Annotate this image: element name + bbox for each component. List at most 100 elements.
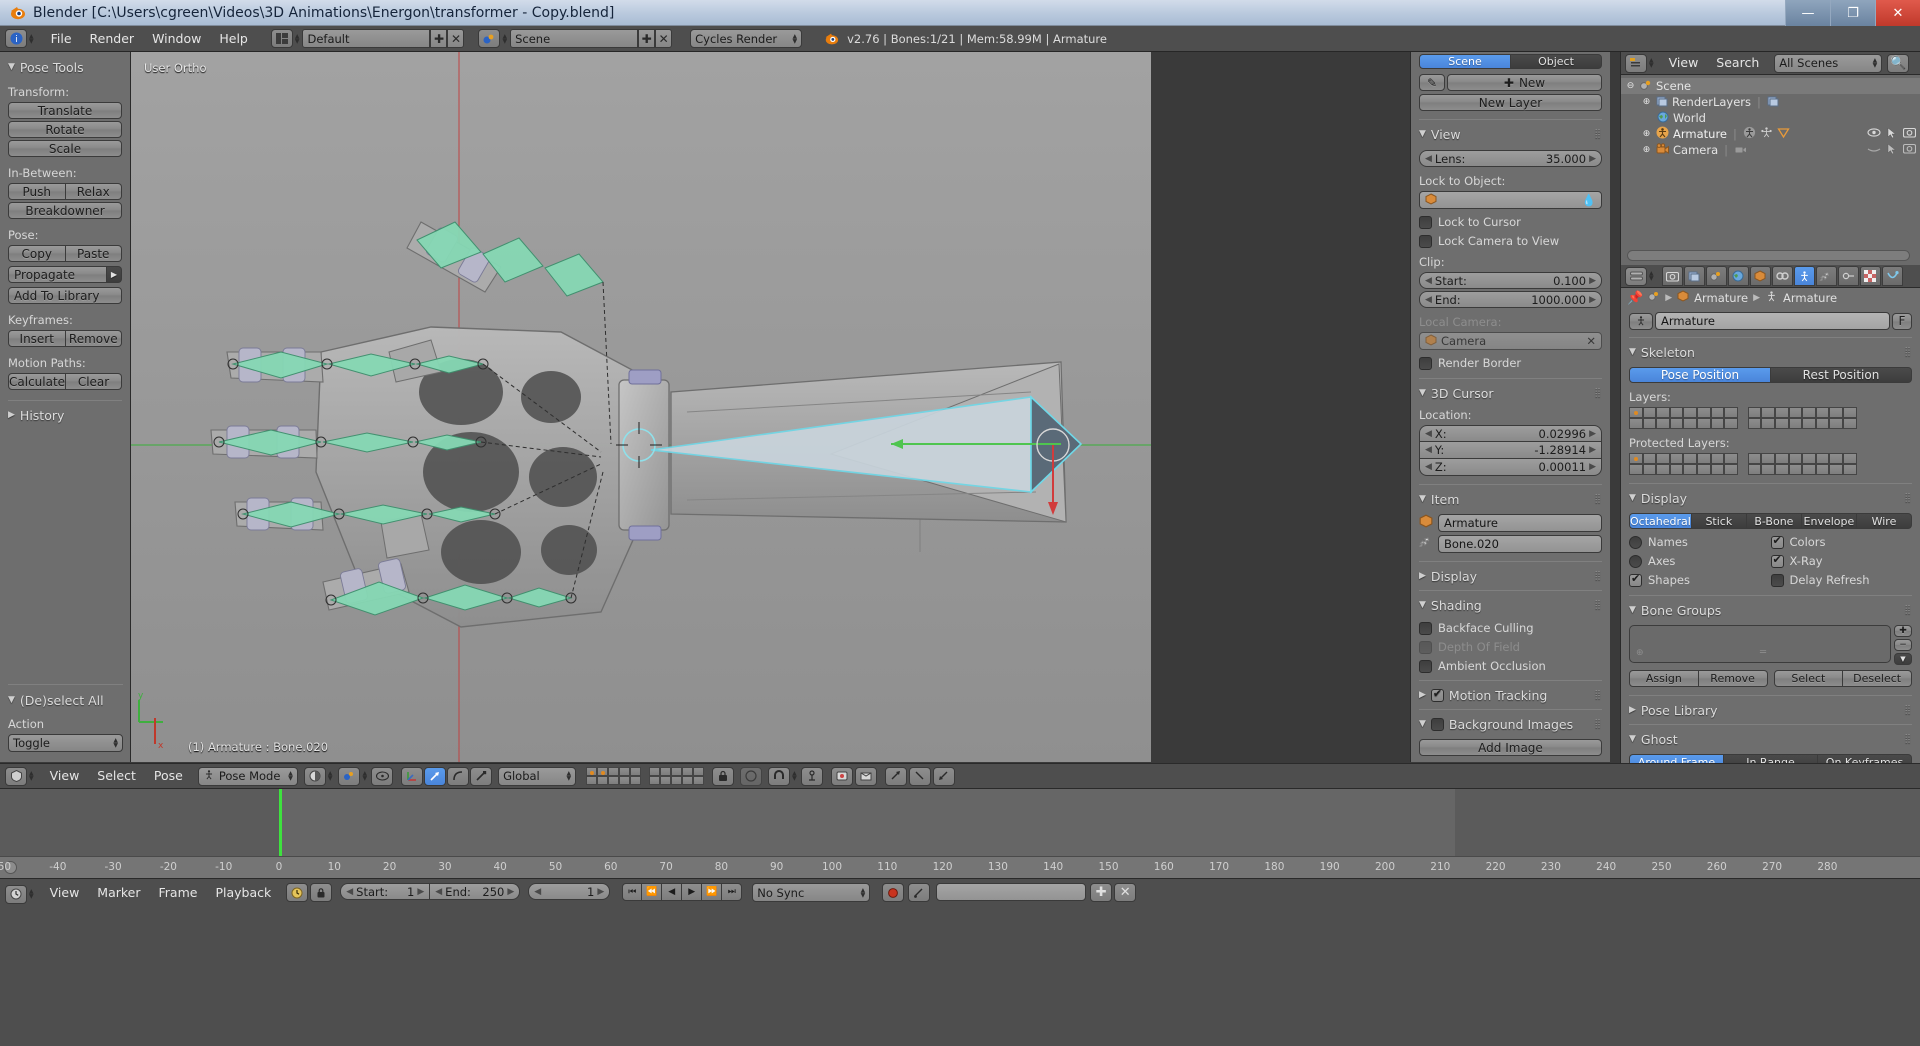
layer-cell[interactable] <box>1697 418 1711 429</box>
pivot-spinner[interactable]: ▲▼ <box>362 771 367 781</box>
item-bone-name-field[interactable]: Bone.020 <box>1438 535 1602 553</box>
render-engine-selector[interactable]: Cycles Render ▲▼ <box>690 29 802 48</box>
menu-help[interactable]: Help <box>210 29 257 49</box>
timeline-menu-marker[interactable]: Marker <box>88 883 149 903</box>
display-props-panel-header[interactable]: ▼ Display ⣿ <box>1629 489 1912 507</box>
push-button[interactable]: Push <box>8 183 66 200</box>
scene-layer-cell[interactable] <box>671 767 682 776</box>
editor-type-selector[interactable]: i ▲▼ <box>5 29 34 48</box>
keying-set-icon[interactable] <box>855 767 877 786</box>
clip-start-field[interactable]: ◀ Start: 0.100 ▶ <box>1419 272 1602 289</box>
protected-layer-cell[interactable] <box>1683 464 1697 475</box>
properties-tab-renderlayers[interactable] <box>1684 266 1705 286</box>
display-mode-envelope[interactable]: Envelope <box>1802 513 1857 529</box>
local-camera-field[interactable]: Camera ✕ <box>1419 332 1602 350</box>
auto-ik-icon[interactable] <box>801 767 823 786</box>
snap-selector[interactable]: ▲▼ <box>768 767 797 786</box>
add-keying-set-icon[interactable]: ✚ <box>1090 883 1112 902</box>
delete-scene-button[interactable]: ✕ <box>655 29 672 48</box>
ghost-panel-header[interactable]: ▼ Ghost ⣿ <box>1629 730 1912 748</box>
properties-tab-texture[interactable] <box>1860 266 1881 286</box>
protected-layer-cell[interactable] <box>1629 464 1643 475</box>
names-checkbox[interactable] <box>1629 536 1642 549</box>
remove-bone-group-button[interactable]: − <box>1894 639 1912 651</box>
display-mode-wire[interactable]: Wire <box>1857 513 1912 529</box>
scene-layer-cell[interactable] <box>586 767 597 776</box>
layer-cell[interactable] <box>1802 407 1816 418</box>
layer-cell[interactable] <box>1761 407 1775 418</box>
scene-layer-cell[interactable] <box>608 776 619 785</box>
armature-layers-grid[interactable] <box>1629 407 1912 429</box>
menu-render[interactable]: Render <box>81 29 144 49</box>
snap-spinner[interactable]: ▲▼ <box>792 771 797 781</box>
interaction-mode-selector[interactable]: Pose Mode ▲▼ <box>198 767 298 786</box>
lock-time-icon[interactable] <box>310 883 332 902</box>
propagate-button[interactable]: Propagate <box>8 266 107 283</box>
protected-layer-cell[interactable] <box>1802 453 1816 464</box>
properties-tab-physics[interactable] <box>1882 266 1903 286</box>
layer-cell[interactable] <box>1670 407 1684 418</box>
timeline-type-spinner[interactable]: ▲▼ <box>29 889 34 899</box>
calculate-paths-button[interactable]: Calculate <box>8 373 66 390</box>
npanel-tab-scene[interactable]: Scene <box>1419 54 1511 69</box>
layer-cell[interactable] <box>1775 418 1789 429</box>
add-bone-group-button[interactable]: ✚ <box>1894 625 1912 637</box>
axes-checkbox[interactable] <box>1629 555 1642 568</box>
remove-bone-group-assignment-button[interactable]: Remove <box>1699 670 1768 687</box>
manipulator-enable-icon[interactable] <box>401 767 423 786</box>
breadcrumb-object[interactable]: Armature <box>1694 291 1748 305</box>
delete-screen-layout-button[interactable]: ✕ <box>447 29 464 48</box>
protected-layer-cell[interactable] <box>1748 453 1762 464</box>
scene-layer-cell[interactable] <box>649 767 660 776</box>
add-image-button[interactable]: Add Image <box>1419 739 1602 756</box>
decrement-arrow-icon[interactable]: ◀ <box>1425 295 1432 305</box>
layer-cell[interactable] <box>1724 418 1738 429</box>
scene-layer-cell[interactable] <box>619 776 630 785</box>
expand-toggle-icon[interactable]: ⊕ <box>1641 97 1652 107</box>
layer-cell[interactable] <box>1802 418 1816 429</box>
pose-position-button[interactable]: Pose Position <box>1629 367 1771 383</box>
increment-arrow-icon[interactable]: ▶ <box>417 887 424 897</box>
play-button[interactable]: ▶ <box>682 883 702 901</box>
layer-cell[interactable] <box>1656 418 1670 429</box>
decrement-arrow-icon[interactable]: ◀ <box>435 887 442 897</box>
current-frame-field[interactable]: ◀ 1 ▶ <box>528 883 610 900</box>
item-object-name-field[interactable]: Armature <box>1438 514 1602 532</box>
properties-tab-constraints[interactable] <box>1772 266 1793 286</box>
relax-button[interactable]: Relax <box>66 183 123 200</box>
clear-paths-button[interactable]: Clear <box>66 373 122 390</box>
protected-layer-cell[interactable] <box>1775 453 1789 464</box>
layer-cell[interactable] <box>1829 418 1843 429</box>
viewport-editor-spinner[interactable]: ▲▼ <box>29 771 34 781</box>
insert-keyframe-button[interactable]: Insert <box>8 330 66 347</box>
scene-layer-cell[interactable] <box>693 776 704 785</box>
delete-keyframe-icon[interactable] <box>909 767 931 786</box>
restrict-render-icon[interactable] <box>1903 143 1916 158</box>
ambient-occlusion-row[interactable]: Ambient Occlusion <box>1419 659 1602 673</box>
restrict-select-icon[interactable] <box>1887 127 1897 142</box>
outliner-menu-search[interactable]: Search <box>1707 53 1768 73</box>
protected-layer-cell[interactable] <box>1643 464 1657 475</box>
breakdowner-button[interactable]: Breakdowner <box>8 202 122 219</box>
play-reverse-button[interactable]: ◀ <box>662 883 682 901</box>
protected-layer-cell[interactable] <box>1789 453 1803 464</box>
cursor-y-field[interactable]: ◀ Y: -1.28914 ▶ <box>1419 442 1602 459</box>
protected-layer-cell[interactable] <box>1656 453 1670 464</box>
protected-layers-grid[interactable] <box>1629 453 1912 475</box>
scale-button[interactable]: Scale <box>8 140 122 157</box>
display-mode-bbone[interactable]: B-Bone <box>1747 513 1802 529</box>
clip-end-field[interactable]: ◀ End: 1000.000 ▶ <box>1419 291 1602 308</box>
timeline-menu-frame[interactable]: Frame <box>150 883 207 903</box>
rotate-button[interactable]: Rotate <box>8 121 122 138</box>
sync-mode-selector[interactable]: No Sync ▲▼ <box>752 883 870 902</box>
record-icon[interactable] <box>882 883 904 902</box>
clear-local-camera-icon[interactable]: ✕ <box>1586 334 1596 348</box>
display-mode-octahedral[interactable]: Octahedral <box>1629 513 1692 529</box>
properties-tab-scene[interactable] <box>1706 266 1727 286</box>
operator-action-dropdown[interactable]: Toggle ▲▼ <box>8 734 123 752</box>
armature-datablock-icon[interactable] <box>1629 313 1653 330</box>
menu-file[interactable]: File <box>42 29 81 49</box>
maximize-button[interactable]: ❐ <box>1830 0 1875 26</box>
jump-to-end-button[interactable]: ⏭ <box>722 883 742 901</box>
search-icon[interactable]: 🔍 <box>1887 54 1909 73</box>
